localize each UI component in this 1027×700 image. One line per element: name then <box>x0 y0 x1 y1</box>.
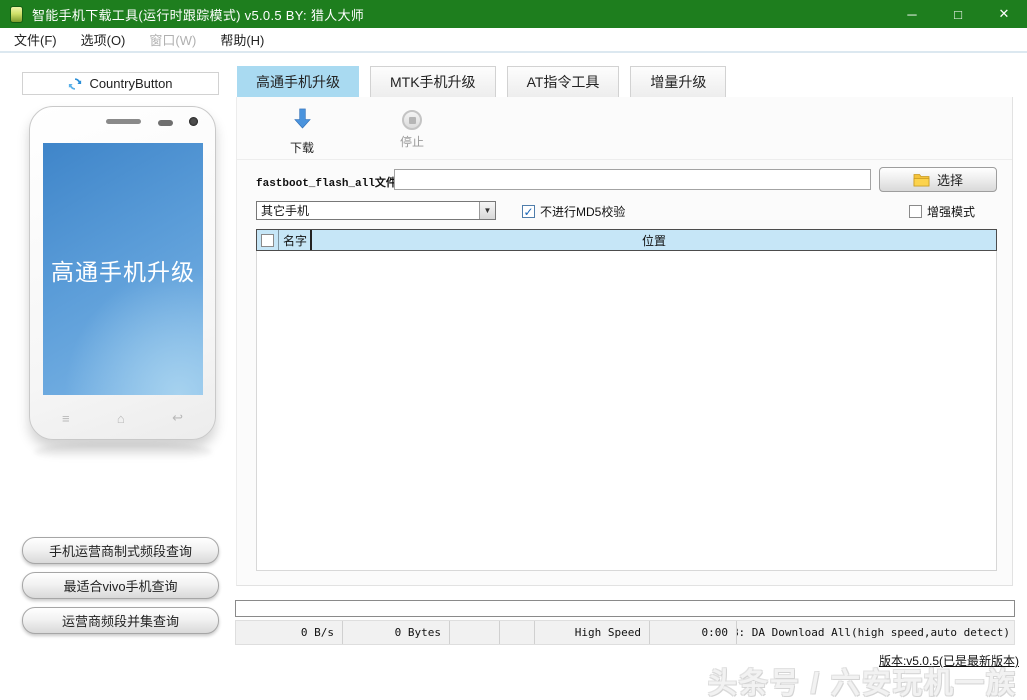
tab-mtk-upgrade[interactable]: MTK手机升级 <box>370 66 496 97</box>
progress-bar <box>235 600 1015 617</box>
status-bar: 0 B/s 0 Bytes High Speed 0:00 USB: DA Do… <box>235 620 1015 645</box>
folder-icon <box>913 173 930 187</box>
tab-at-command-tool[interactable]: AT指令工具 <box>507 66 620 97</box>
phone-home-icon: ⌂ <box>117 411 125 426</box>
window-title: 智能手机下载工具(运行时跟踪模式) v5.0.5 BY: 猎人大师 <box>32 5 364 24</box>
menu-file[interactable]: 文件(F) <box>4 30 67 49</box>
maximize-button[interactable]: □ <box>935 0 981 28</box>
app-icon <box>10 6 23 23</box>
device-type-value: 其它手机 <box>257 202 479 219</box>
status-empty-1 <box>450 621 500 644</box>
download-button[interactable]: 下载 <box>274 108 330 156</box>
status-elapsed-time: 0:00 <box>650 621 737 644</box>
tab-content-panel: 下载 停止 fastboot_flash_all文件 选择 其它手机 ▼ <box>236 97 1013 586</box>
phone-reflection <box>34 443 212 461</box>
choose-file-button[interactable]: 选择 <box>879 167 997 192</box>
device-type-select[interactable]: 其它手机 ▼ <box>256 201 496 220</box>
fastboot-file-input[interactable] <box>394 169 871 190</box>
window-controls: ─ □ ✕ <box>889 0 1027 28</box>
status-usb-mode: USB: DA Download All(high speed,auto det… <box>737 621 1014 644</box>
file-table-header: 名字 位置 <box>256 229 997 251</box>
md5-skip-checkbox-row[interactable]: ✓ 不进行MD5校验 <box>522 203 625 220</box>
column-header-name[interactable]: 名字 <box>279 230 312 250</box>
download-icon <box>291 118 314 135</box>
phone-camera <box>189 117 198 126</box>
md5-skip-label: 不进行MD5校验 <box>540 203 625 220</box>
choose-file-label: 选择 <box>937 170 963 189</box>
watermark-text: 头条号 / 六安玩机一族 <box>708 660 1017 700</box>
menu-bar: 文件(F) 选项(O) 窗口(W) 帮助(H) <box>0 28 1027 53</box>
enhanced-mode-checkbox[interactable] <box>909 205 922 218</box>
status-usb-speed: High Speed <box>535 621 650 644</box>
md5-skip-checkbox[interactable]: ✓ <box>522 205 535 218</box>
fastboot-file-label: fastboot_flash_all文件 <box>256 174 397 190</box>
menu-window: 窗口(W) <box>139 30 206 49</box>
phone-sensor <box>158 120 173 126</box>
enhanced-mode-label: 增强模式 <box>927 203 975 220</box>
select-all-checkbox[interactable] <box>261 234 274 247</box>
phone-screen: 高通手机升级 <box>43 143 203 395</box>
stop-label: 停止 <box>384 133 440 150</box>
phone-back-icon: ↩ <box>172 410 183 426</box>
enhanced-mode-checkbox-row[interactable]: 增强模式 <box>909 203 975 220</box>
status-speed: 0 B/s <box>236 621 343 644</box>
carrier-band-query-button[interactable]: 手机运营商制式频段查询 <box>22 537 219 564</box>
vivo-phone-query-button[interactable]: 最适合vivo手机查询 <box>22 572 219 599</box>
country-button[interactable]: CountryButton <box>22 72 219 95</box>
phone-screen-title: 高通手机升级 <box>43 253 203 287</box>
minimize-button[interactable]: ─ <box>889 0 935 28</box>
stop-button: 停止 <box>384 108 440 150</box>
chevron-down-icon[interactable]: ▼ <box>479 202 495 219</box>
title-bar: 智能手机下载工具(运行时跟踪模式) v5.0.5 BY: 猎人大师 ─ □ ✕ <box>0 0 1027 28</box>
phone-nav-bar: ≡ ⌂ ↩ <box>30 407 215 429</box>
app-window: 智能手机下载工具(运行时跟踪模式) v5.0.5 BY: 猎人大师 ─ □ ✕ … <box>0 0 1027 700</box>
menu-options[interactable]: 选项(O) <box>71 30 136 49</box>
download-label: 下载 <box>274 139 330 156</box>
toolbar-separator <box>237 159 1012 160</box>
menu-help[interactable]: 帮助(H) <box>210 30 274 49</box>
column-header-location[interactable]: 位置 <box>312 232 996 249</box>
country-button-label: CountryButton <box>89 76 172 91</box>
sync-icon <box>68 77 82 91</box>
phone-preview: 高通手机升级 ≡ ⌂ ↩ <box>29 106 216 440</box>
select-all-cell[interactable] <box>257 230 279 250</box>
tab-bar: 高通手机升级 MTK手机升级 AT指令工具 增量升级 <box>237 66 726 97</box>
status-bytes: 0 Bytes <box>343 621 450 644</box>
carrier-band-union-query-button[interactable]: 运营商频段并集查询 <box>22 607 219 634</box>
status-empty-2 <box>500 621 535 644</box>
phone-speaker <box>106 119 141 124</box>
phone-menu-icon: ≡ <box>62 411 70 426</box>
tab-qualcomm-upgrade[interactable]: 高通手机升级 <box>237 66 359 97</box>
close-button[interactable]: ✕ <box>981 0 1027 28</box>
stop-icon <box>402 110 422 130</box>
tab-incremental-upgrade[interactable]: 增量升级 <box>630 66 726 97</box>
file-table-body[interactable] <box>256 251 997 571</box>
